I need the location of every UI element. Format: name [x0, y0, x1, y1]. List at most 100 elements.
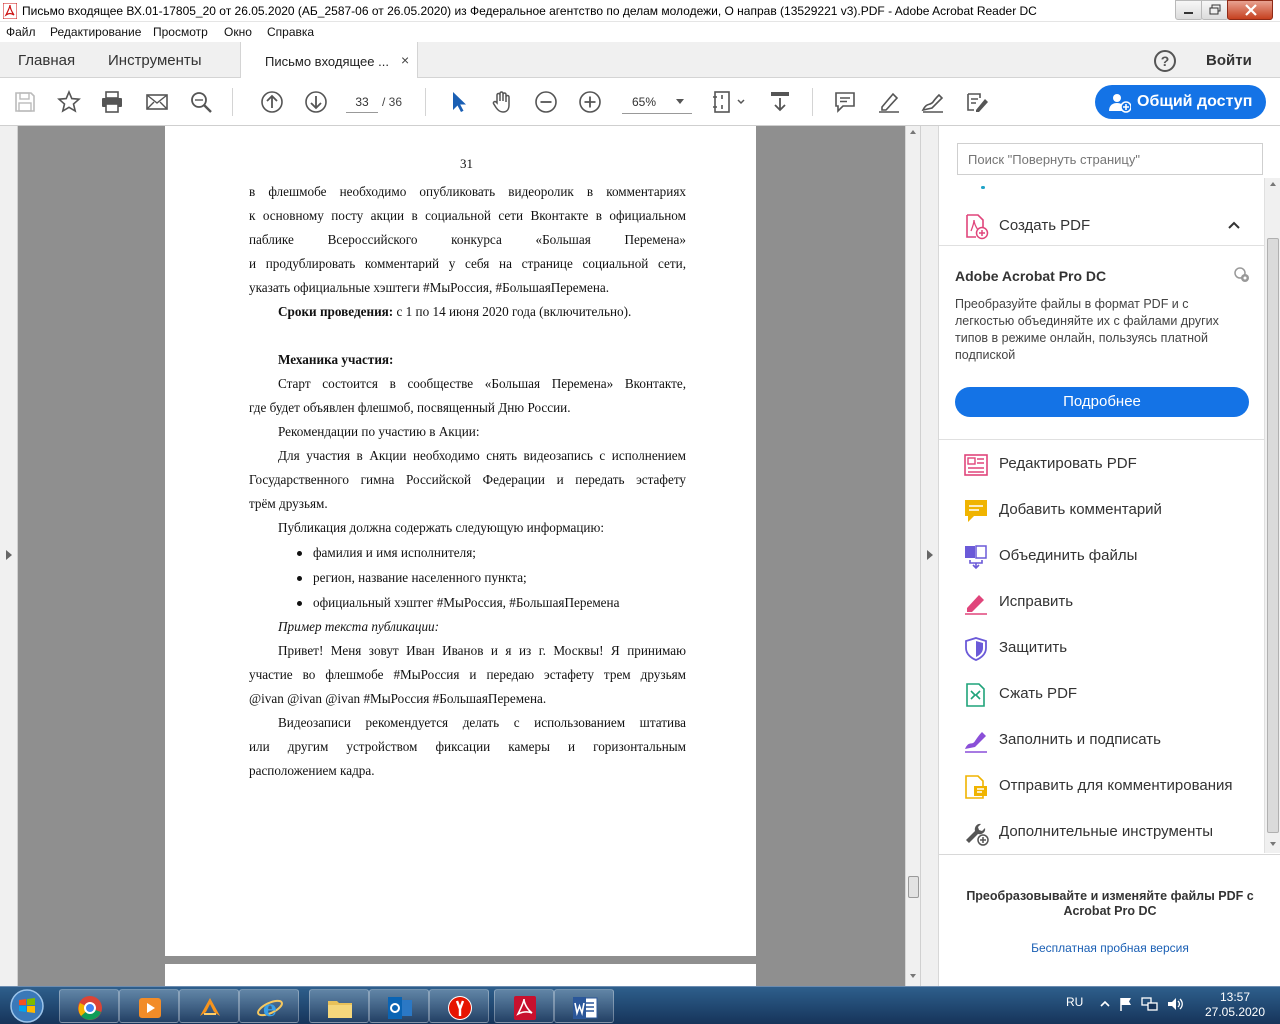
toolbar-separator — [812, 88, 813, 116]
tool-protect[interactable]: Защитить — [939, 626, 1264, 672]
fill-sign-icon — [965, 732, 987, 753]
star-icon[interactable] — [57, 90, 81, 114]
toolbar: / 36 65% Общий доступ — [0, 78, 1280, 126]
scrollbar-thumb[interactable] — [908, 876, 919, 898]
highlight-icon[interactable] — [877, 90, 901, 114]
minimize-button[interactable] — [1175, 0, 1203, 20]
maximize-button[interactable] — [1201, 0, 1229, 20]
zoom-in-icon[interactable] — [578, 90, 602, 114]
text-line: Государственного гимна Российской Федера… — [249, 472, 686, 487]
tool-combine-files[interactable]: Объединить файлы — [939, 534, 1264, 580]
taskbar-app[interactable] — [554, 989, 614, 1023]
tool-fill-sign[interactable]: Заполнить и подписать — [939, 718, 1264, 764]
media-player-icon — [139, 998, 161, 1018]
redact-icon — [965, 595, 987, 615]
send-review-icon — [965, 775, 987, 799]
save-icon[interactable] — [13, 90, 37, 114]
comment-icon[interactable] — [833, 90, 857, 114]
taskbar: e RU 13:57 27.05.2020 — [0, 986, 1280, 1024]
tools-scrollbar[interactable] — [1264, 178, 1280, 853]
search-icon[interactable] — [189, 90, 213, 114]
taskbar-app[interactable] — [429, 989, 489, 1023]
outlook-icon — [388, 997, 412, 1019]
page-total: / 36 — [382, 95, 403, 109]
tool-add-comment[interactable]: Добавить комментарий — [939, 488, 1264, 534]
share-button[interactable]: Общий доступ — [1095, 85, 1266, 119]
print-icon[interactable] — [100, 90, 124, 114]
fill-sign-icon[interactable] — [965, 90, 989, 114]
tool-label: Сжать PDF — [999, 685, 1078, 702]
free-trial-link[interactable]: Бесплатная пробная версия — [959, 941, 1261, 955]
tool-redact[interactable]: Исправить — [939, 580, 1264, 626]
volume-icon[interactable] — [1166, 996, 1184, 1012]
text-line: Публикация должна содержать следующую ин… — [278, 520, 605, 535]
scroll-down-icon[interactable] — [1270, 842, 1276, 846]
tool-send-for-comments[interactable]: Отправить для комментирования — [939, 764, 1264, 810]
next-pdf-page — [165, 964, 756, 986]
taskbar-app[interactable] — [309, 989, 369, 1023]
scroll-up-icon[interactable] — [1270, 182, 1276, 186]
scrollbar-thumb[interactable] — [1267, 238, 1279, 833]
taskbar-app[interactable] — [369, 989, 429, 1023]
promo-text: Преобразуйте файлы в формат PDF и с легк… — [955, 297, 1219, 362]
taskbar-app[interactable] — [179, 989, 239, 1023]
select-arrow-icon[interactable] — [447, 90, 471, 114]
start-button[interactable] — [6, 988, 48, 1024]
left-panel-toggle[interactable] — [0, 126, 18, 986]
cloud-settings-icon[interactable] — [1233, 266, 1251, 284]
tab-home[interactable]: Главная — [18, 52, 75, 69]
scroll-mode-icon[interactable] — [768, 90, 792, 114]
hand-icon[interactable] — [490, 90, 514, 114]
tray-expand-icon[interactable] — [1100, 999, 1110, 1009]
zoom-out-icon[interactable] — [534, 90, 558, 114]
partial-icon — [981, 186, 985, 189]
menu-edit[interactable]: Редактирование — [50, 25, 141, 39]
menu-help[interactable]: Справка — [267, 25, 314, 39]
document-viewport[interactable]: 31 в флешмобе необходимо опубликовать ви… — [18, 126, 905, 986]
sign-in-button[interactable]: Войти — [1206, 52, 1252, 69]
text-line: Сроки проведения: с 1 по 14 июня 2020 го… — [278, 304, 631, 320]
tab-close-icon[interactable]: × — [401, 52, 409, 68]
tool-edit-pdf[interactable]: Редактировать PDF — [939, 442, 1264, 488]
tab-bar: Главная Инструменты Письмо входящее ... … — [0, 42, 1280, 79]
menu-view[interactable]: Просмотр — [153, 25, 208, 39]
sign-icon[interactable] — [921, 90, 945, 114]
menu-window[interactable]: Окно — [224, 25, 252, 39]
action-center-flag-icon[interactable] — [1118, 996, 1134, 1012]
page-number-input[interactable] — [346, 91, 378, 113]
edit-pdf-icon — [964, 454, 988, 476]
taskbar-app[interactable] — [494, 989, 554, 1023]
menu-file[interactable]: Файл — [6, 25, 36, 39]
taskbar-app[interactable] — [119, 989, 179, 1023]
chevron-up-icon[interactable] — [1227, 220, 1241, 230]
keyboard-language[interactable]: RU — [1066, 995, 1083, 1009]
tool-create-pdf[interactable]: Создать PDF — [939, 206, 1264, 246]
clock-date: 27.05.2020 — [1204, 1005, 1266, 1019]
help-icon[interactable]: ? — [1154, 50, 1176, 72]
tool-search-input[interactable] — [957, 143, 1263, 175]
clock-time: 13:57 — [1219, 990, 1251, 1004]
tool-more-tools[interactable]: Дополнительные инструменты — [939, 810, 1264, 856]
scroll-down-icon[interactable] — [910, 974, 916, 978]
text-line: участие во флешмобе #МыРоссия и передаю … — [249, 667, 686, 682]
pane-footer: Преобразовывайте и изменяйте файлы PDF с… — [939, 854, 1280, 986]
zoom-select[interactable]: 65% — [622, 90, 692, 114]
document-scrollbar[interactable] — [905, 126, 920, 986]
tool-compress-pdf[interactable]: Сжать PDF — [939, 672, 1264, 718]
learn-more-button[interactable]: Подробнее — [955, 387, 1249, 417]
page-up-icon[interactable] — [260, 90, 284, 114]
email-icon[interactable] — [145, 90, 169, 114]
tab-tools[interactable]: Инструменты — [108, 52, 202, 69]
page-fit-icon[interactable] — [712, 90, 748, 114]
close-window-button[interactable] — [1227, 0, 1273, 20]
tray-clock[interactable]: 13:57 27.05.2020 — [1200, 990, 1270, 1020]
tab-document[interactable]: Письмо входящее ... × — [240, 42, 418, 79]
taskbar-app[interactable] — [59, 989, 119, 1023]
page-down-icon[interactable] — [304, 90, 328, 114]
toolbar-separator — [425, 88, 426, 116]
scroll-up-icon[interactable] — [910, 130, 916, 134]
tools-pane-toggle[interactable] — [920, 126, 938, 986]
taskbar-app[interactable]: e — [239, 989, 299, 1023]
network-icon[interactable] — [1141, 996, 1159, 1012]
list-item: фамилия и имя исполнителя; — [313, 545, 476, 560]
